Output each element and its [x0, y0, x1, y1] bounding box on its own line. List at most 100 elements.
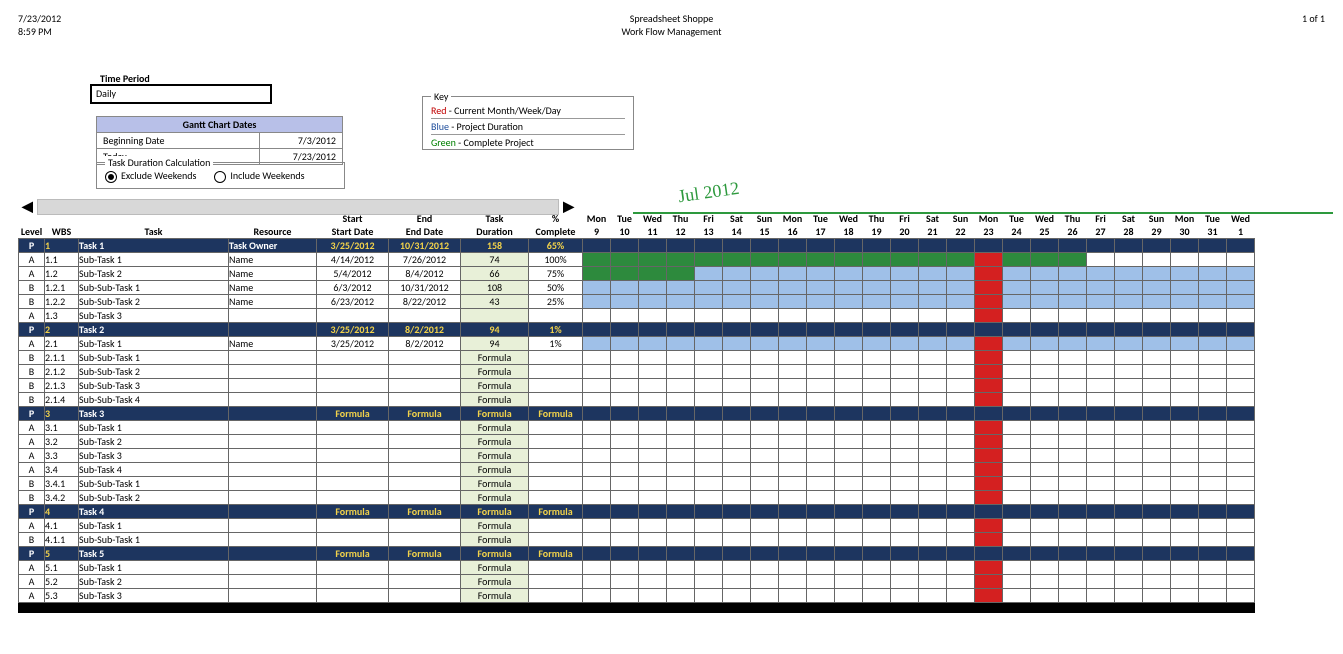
gantt-cell	[611, 379, 639, 393]
day-number: 18	[835, 225, 863, 239]
table-row[interactable]: A5.3Sub-Task 3Formula	[19, 589, 1255, 603]
gantt-cell	[723, 435, 751, 449]
gantt-cell	[863, 589, 891, 603]
gantt-cell	[947, 379, 975, 393]
gantt-cell	[975, 281, 1003, 295]
gantt-cell	[975, 295, 1003, 309]
include-weekends-radio[interactable]: Include Weekends	[214, 169, 304, 183]
table-row[interactable]: A3.2Sub-Task 2Formula	[19, 435, 1255, 449]
table-row[interactable]: A1.3Sub-Task 3	[19, 309, 1255, 323]
scroll-right-icon[interactable]: ▶	[559, 198, 578, 215]
table-row[interactable]: B1.2.1Sub-Sub-Task 1Name6/3/201210/31/20…	[19, 281, 1255, 295]
gantt-cell	[1227, 575, 1255, 589]
day-number: 23	[975, 225, 1003, 239]
gantt-cell	[1171, 421, 1199, 435]
table-row[interactable]: B2.1.2Sub-Sub-Task 2Formula	[19, 365, 1255, 379]
table-row[interactable]: A5.1Sub-Task 1Formula	[19, 561, 1255, 575]
table-row[interactable]: P3Task 3FormulaFormulaFormulaFormula	[19, 407, 1255, 421]
table-row[interactable]: A1.2Sub-Task 2Name5/4/20128/4/20126675%	[19, 267, 1255, 281]
gantt-cell	[667, 533, 695, 547]
gantt-cell	[779, 491, 807, 505]
key-box: Key Red - Current Month/Week/Day Blue - …	[422, 96, 634, 150]
gantt-cell	[947, 505, 975, 519]
gantt-cell	[1143, 365, 1171, 379]
gantt-cell	[919, 519, 947, 533]
gantt-cell	[751, 491, 779, 505]
table-row[interactable]: A2.1Sub-Task 1Name3/25/20128/2/2012941%	[19, 337, 1255, 351]
gantt-cell	[947, 323, 975, 337]
table-row[interactable]: P2Task 23/25/20128/2/2012941%	[19, 323, 1255, 337]
table-row[interactable]: A3.4Sub-Task 4Formula	[19, 463, 1255, 477]
gantt-cell	[1115, 575, 1143, 589]
table-row[interactable]: A4.1Sub-Task 1Formula	[19, 519, 1255, 533]
gantt-cell	[1199, 547, 1227, 561]
table-row[interactable]: B1.2.2Sub-Sub-Task 2Name6/23/20128/22/20…	[19, 295, 1255, 309]
gantt-cell	[1199, 421, 1227, 435]
gantt-cell	[751, 337, 779, 351]
gantt-cell	[891, 351, 919, 365]
gantt-cell	[779, 421, 807, 435]
gantt-cell	[1031, 239, 1059, 253]
gantt-cell	[947, 365, 975, 379]
gantt-cell	[779, 561, 807, 575]
gantt-cell	[1059, 491, 1087, 505]
gantt-cell	[975, 253, 1003, 267]
gantt-cell	[919, 575, 947, 589]
table-row[interactable]: B4.1.1Sub-Sub-Task 1Formula	[19, 533, 1255, 547]
gantt-cell	[723, 575, 751, 589]
table-row[interactable]: B3.4.1Sub-Sub-Task 1Formula	[19, 477, 1255, 491]
gantt-cell	[807, 449, 835, 463]
gantt-cell	[1003, 337, 1031, 351]
beginning-date-cell[interactable]: 7/3/2012	[260, 133, 343, 149]
gantt-cell	[807, 393, 835, 407]
table-row[interactable]: B3.4.2Sub-Sub-Task 2Formula	[19, 491, 1255, 505]
day-number: 17	[807, 225, 835, 239]
gantt-cell	[1087, 351, 1115, 365]
gantt-cell	[1059, 379, 1087, 393]
gantt-cell	[947, 589, 975, 603]
gantt-cell	[1031, 505, 1059, 519]
table-row[interactable]: A1.1Sub-Task 1Name4/14/20127/26/20127410…	[19, 253, 1255, 267]
day-number: 13	[695, 225, 723, 239]
gantt-cell	[1059, 421, 1087, 435]
gantt-cell	[723, 239, 751, 253]
table-row[interactable]: B2.1.3Sub-Sub-Task 3Formula	[19, 379, 1255, 393]
table-row[interactable]: A3.1Sub-Task 1Formula	[19, 421, 1255, 435]
day-number: 10	[611, 225, 639, 239]
gantt-cell	[695, 477, 723, 491]
exclude-weekends-radio[interactable]: Exclude Weekends	[105, 169, 196, 183]
gantt-cell	[1143, 379, 1171, 393]
gantt-cell	[947, 421, 975, 435]
gantt-cell	[1143, 309, 1171, 323]
gantt-cell	[1227, 589, 1255, 603]
table-row[interactable]: P1Task 1Task Owner3/25/201210/31/2012158…	[19, 239, 1255, 253]
scroll-left-icon[interactable]: ◀	[18, 198, 37, 215]
gantt-cell	[1031, 533, 1059, 547]
gantt-cell	[611, 393, 639, 407]
gantt-cell	[667, 253, 695, 267]
gantt-cell	[639, 519, 667, 533]
gantt-cell	[947, 491, 975, 505]
gantt-cell	[1059, 309, 1087, 323]
gantt-cell	[919, 239, 947, 253]
table-row[interactable]: B2.1.1Sub-Sub-Task 1Formula	[19, 351, 1255, 365]
gantt-cell	[751, 561, 779, 575]
gantt-cell	[583, 533, 611, 547]
table-row[interactable]: B2.1.4Sub-Sub-Task 4Formula	[19, 393, 1255, 407]
gantt-cell	[947, 253, 975, 267]
time-period-select[interactable]: Daily	[90, 84, 272, 104]
gantt-cell	[1059, 505, 1087, 519]
gantt-cell	[947, 519, 975, 533]
gantt-cell	[583, 407, 611, 421]
gantt-cell	[779, 463, 807, 477]
scrollbar-track[interactable]	[37, 199, 559, 215]
gantt-cell	[807, 351, 835, 365]
table-row[interactable]: A3.3Sub-Task 3Formula	[19, 449, 1255, 463]
gantt-cell	[835, 547, 863, 561]
gantt-cell	[583, 393, 611, 407]
table-row[interactable]: P4Task 4FormulaFormulaFormulaFormula	[19, 505, 1255, 519]
table-row[interactable]: A5.2Sub-Task 2Formula	[19, 575, 1255, 589]
table-row[interactable]: P5Task 5FormulaFormulaFormulaFormula	[19, 547, 1255, 561]
gantt-cell	[723, 253, 751, 267]
gantt-cell	[1003, 463, 1031, 477]
